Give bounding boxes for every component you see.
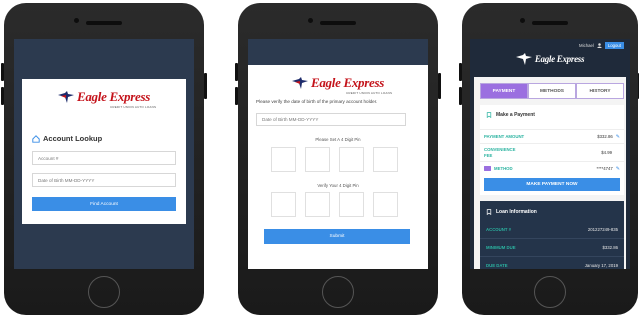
account-number-input[interactable]: Account # [32,151,176,165]
bookmark-icon [486,209,492,215]
camera-icon [74,18,79,23]
method-value: ****4747 [596,166,613,171]
edit-icon[interactable]: ✎ [616,134,620,140]
make-payment-header: Make a Payment [480,109,624,121]
brand-name: Eagle Express [534,54,585,64]
convenience-fee-row: CONVENIENCE FEE $4.99 [480,143,624,161]
volume-button [235,87,238,105]
account-number-row: ACCOUNT # 201227249-835 [480,221,624,239]
power-button [204,73,207,99]
pin-verify-digit-input[interactable] [305,192,330,217]
submit-button[interactable]: Submit [264,229,410,244]
brand-name: Eagle Express [76,89,151,104]
speaker-grille [532,21,568,25]
brand-tagline: CREDIT UNION AUTO LOANS [346,91,393,95]
home-button [88,276,120,308]
volume-button [459,63,462,81]
pin-digit-input[interactable] [373,147,398,172]
lookup-card: Eagle Express CREDIT UNION AUTO LOANS Ac… [22,79,186,224]
home-button [322,276,354,308]
pin-verify-digit-input[interactable] [339,192,364,217]
tab-methods[interactable]: METHODS [528,83,576,99]
lookup-title-label: Account Lookup [43,134,103,143]
screen: Eagle Express CREDIT UNION AUTO LOANS Pl… [248,39,428,269]
payment-amount-label: PAYMENT AMOUNT [484,134,525,139]
minimum-due-value: $332.86 [602,245,618,250]
page-title: Account Lookup [32,134,102,143]
minimum-due-row: MINIMUM DUE $332.86 [480,239,624,257]
pin-verify-digit-input[interactable] [373,192,398,217]
loan-info-title: Loan Information [496,209,537,215]
payment-amount-row: PAYMENT AMOUNT $332.86 ✎ [480,129,624,143]
make-payment-title: Make a Payment [496,112,535,118]
bookmark-icon [486,112,492,118]
pin-digit-input[interactable] [339,147,364,172]
verify-card: Eagle Express CREDIT UNION AUTO LOANS Pl… [248,65,428,269]
pin-digit-input[interactable] [305,147,330,172]
method-row: METHOD ****4747 ✎ [480,161,624,175]
user-bar: Michael Logout [579,42,624,49]
speaker-grille [320,21,356,25]
camera-icon [520,18,525,23]
card-icon [484,166,491,171]
brand-logo: Eagle Express [248,75,428,91]
tab-payment[interactable]: PAYMENT [480,83,528,99]
user-icon [596,43,602,48]
find-account-button[interactable]: Find Account [32,197,176,211]
account-number-value: 201227249-835 [587,227,618,232]
volume-button [459,87,462,105]
eagle-icon [291,77,308,89]
phone-verify-pin: Eagle Express CREDIT UNION AUTO LOANS Pl… [235,3,441,315]
user-name: Michael [579,43,594,48]
make-payment-now-button[interactable]: MAKE PAYMENT NOW [484,178,620,191]
volume-button [1,87,4,105]
brand-tagline: CREDIT UNION AUTO LOANS [110,105,157,109]
convenience-fee-value: $4.99 [601,150,612,155]
speaker-grille [86,21,122,25]
account-number-label: ACCOUNT # [486,227,512,232]
pin-set-label: Please Set A 4 Digit Pin [315,137,361,142]
phone-payment: Michael Logout Eagle Express PAYMENT MET… [459,3,639,315]
method-label: METHOD [494,166,513,171]
phone-account-lookup: Eagle Express CREDIT UNION AUTO LOANS Ac… [1,3,207,315]
brand-logo: Eagle Express [22,89,186,105]
dob-input[interactable]: Date of Birth MM-DD-YYYY [32,173,176,187]
volume-button [235,63,238,81]
eagle-icon [57,91,74,103]
dob-input[interactable]: Date of Birth MM-DD-YYYY [256,113,406,126]
screen: Eagle Express CREDIT UNION AUTO LOANS Ac… [14,39,194,269]
edit-icon[interactable]: ✎ [616,166,620,172]
pin-verify-digit-input[interactable] [271,192,296,217]
brand-name: Eagle Express [310,75,385,90]
home-icon [32,134,40,143]
convenience-fee-label: CONVENIENCE FEE [484,147,516,158]
volume-button [1,63,4,81]
brand-logo: Eagle Express [470,53,630,65]
home-button [534,276,566,308]
minimum-due-label: MINIMUM DUE [486,245,516,250]
logout-button[interactable]: Logout [604,42,624,49]
screen: Michael Logout Eagle Express PAYMENT MET… [470,39,630,269]
due-date-value: January 17, 2019 [584,263,618,268]
payment-amount-value: $332.86 [597,134,613,139]
eagle-icon [515,53,532,65]
due-date-row: DUE DATE January 17, 2019 [480,257,624,269]
instructions-text: Please verify the date of birth of the p… [256,99,378,104]
loan-info-header: Loan Information [480,205,624,219]
pin-verify-label: Verify Your 4 Digit Pin [317,183,359,188]
power-button [438,73,441,99]
pin-digit-input[interactable] [271,147,296,172]
camera-icon [308,18,313,23]
tab-history[interactable]: HISTORY [576,83,624,99]
due-date-label: DUE DATE [486,263,508,268]
